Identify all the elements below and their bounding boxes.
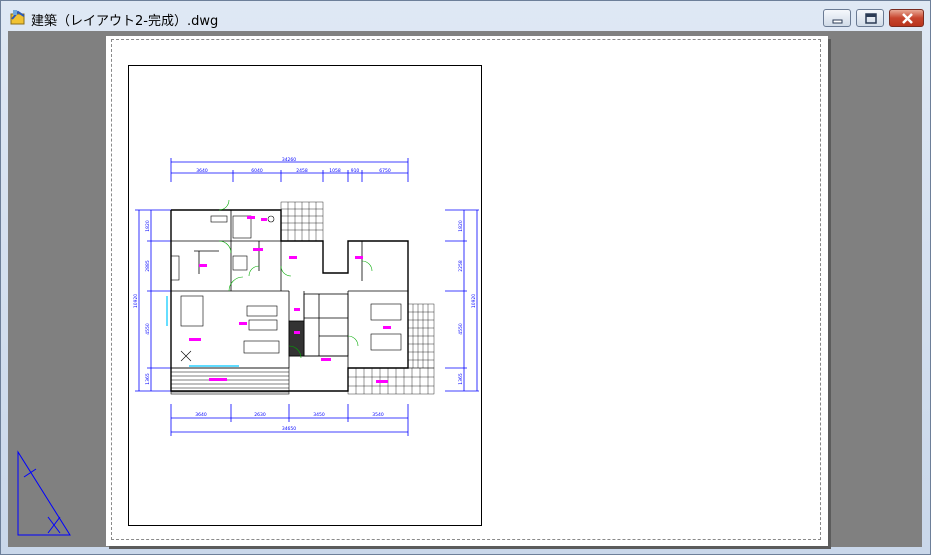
dim-left-total: 10920 xyxy=(133,294,139,308)
ucs-icon xyxy=(17,450,71,536)
minimize-icon xyxy=(832,19,843,24)
dim-top-part-5: 910 xyxy=(351,168,360,174)
dim-top-part-4: 1058 xyxy=(329,168,341,174)
left-dimension-lines xyxy=(135,209,171,392)
application-window: 建築（レイアウト2-完成）.dwg 34260 3640 6040 2458 1… xyxy=(0,0,931,555)
dim-right-part-2: 2258 xyxy=(458,260,464,272)
dim-left-part-1: 1820 xyxy=(145,220,151,232)
drawing-file-icon xyxy=(10,10,25,25)
floor-plan-drawing: 34260 3640 6040 2458 1058 910 6750 3640 … xyxy=(133,157,479,436)
dim-bottom-part-4: 3540 xyxy=(372,412,384,418)
dim-right-part-1: 1820 xyxy=(458,220,464,232)
dim-left-part-3: 4550 xyxy=(145,323,151,335)
dim-bottom-total: 34650 xyxy=(282,426,296,432)
dim-top-part-3: 2458 xyxy=(296,168,308,174)
exterior-walls xyxy=(170,209,409,392)
dim-bottom-part-1: 3640 xyxy=(195,412,207,418)
layout-viewport-area[interactable]: 34260 3640 6040 2458 1058 910 6750 3640 … xyxy=(8,31,922,547)
close-button[interactable] xyxy=(889,9,924,27)
tatami-room xyxy=(288,293,349,357)
dim-right-part-3: 4550 xyxy=(458,323,464,335)
tiled-entrance xyxy=(280,201,324,242)
dim-right-total: 10920 xyxy=(471,294,477,308)
window-title: 建築（レイアウト2-完成）.dwg xyxy=(31,14,219,29)
dim-top-part-1: 3640 xyxy=(196,168,208,174)
restore-button[interactable] xyxy=(856,9,884,27)
model-viewport-frame[interactable]: 34260 3640 6040 2458 1058 910 6750 3640 … xyxy=(128,65,482,526)
furniture xyxy=(170,215,402,362)
restore-icon xyxy=(865,13,877,24)
dim-right-part-4: 1365 xyxy=(458,373,464,385)
dim-left-part-4: 1365 xyxy=(145,373,151,385)
close-icon xyxy=(902,13,913,24)
dim-bottom-part-2: 2630 xyxy=(254,412,266,418)
paper-sheet: 34260 3640 6040 2458 1058 910 6750 3640 … xyxy=(106,36,828,546)
dim-bottom-part-3: 3450 xyxy=(313,412,325,418)
dim-top-total: 34260 xyxy=(282,157,296,163)
dim-top-part-6: 6750 xyxy=(379,168,391,174)
wood-deck xyxy=(170,367,290,395)
dim-top-part-2: 6040 xyxy=(251,168,263,174)
dim-left-part-2: 2885 xyxy=(145,260,151,272)
tiled-terrace xyxy=(347,303,435,395)
title-bar[interactable]: 建築（レイアウト2-完成）.dwg xyxy=(1,1,930,31)
minimize-button[interactable] xyxy=(823,9,851,27)
